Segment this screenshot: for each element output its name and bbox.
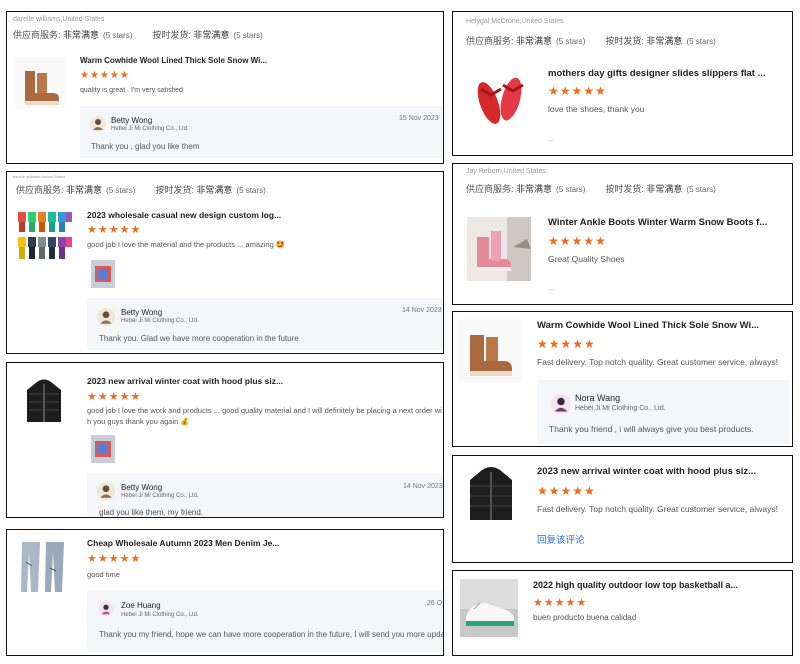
divider [548,137,554,141]
seller-reply: Nora Wang Hebei Ji Mi Clothing Co., Ltd.… [537,380,789,444]
review-card-9: 2022 high quality outdoor low top basket… [452,570,793,656]
product-title[interactable]: mothers day gifts designer slides slippe… [548,68,788,79]
review-photo[interactable] [91,260,115,288]
review-comment: good time [87,570,120,579]
reply-text: Thank you friend , i will always give yo… [549,424,754,434]
reply-date: 26 O [427,600,443,607]
puffer-jacket-image[interactable] [460,464,522,528]
avatar [99,602,113,616]
star-rating: ★★★★★ [87,553,142,565]
reviewer-name: Jay Reborn,United States [466,168,546,175]
product-title[interactable]: Winter Ankle Boots Winter Warm Snow Boot… [548,217,788,228]
product-title[interactable]: 2023 new arrival winter coat with hood p… [537,466,787,477]
tracksuit-set-image[interactable] [16,210,74,262]
product-title[interactable]: 2023 new arrival winter coat with hood p… [87,376,417,386]
star-rating: ★★★★★ [80,70,130,81]
snow-boot-image[interactable] [458,319,522,383]
snow-boot-image[interactable] [15,57,65,109]
review-card-5: Helygal McCrone,United States 供应商服务: 非常满… [452,11,793,156]
review-card-4: Cheap Wholesale Autumn 2023 Men Denim Je… [6,529,444,656]
star-rating: ★★★★★ [548,234,607,248]
avatar [97,482,115,500]
reply-author: Betty Wong [111,116,153,125]
review-comment: quality is great . I'm very satisfied [80,87,183,94]
reviewer-name: darelle williams,United States [13,174,66,179]
star-rating: ★★★★★ [87,391,142,403]
star-rating: ★★★★★ [537,337,596,351]
reply-text: Thank you , glad you like them [91,142,200,151]
sneaker-image[interactable] [460,579,518,637]
star-rating: ★★★★★ [87,224,142,236]
reviewer-name: darelle williams,United States [13,16,105,23]
reply-author: Betty Wong [121,308,163,317]
product-title[interactable]: 2023 wholesale casual new design custom … [87,210,417,220]
rating-summary: 供应商服务: 非常满意 (5 stars) 按时发货: 非常满意 (5 stars) [16,185,266,195]
rating-summary: 供应商服务: 非常满意 (5 stars) 按时发货: 非常满意 (5 stars) [466,36,716,46]
reply-company: Hebei Ji Mi Clothing Co., Ltd. [111,126,189,132]
product-title[interactable]: 2022 high quality outdoor low top basket… [533,580,787,590]
reply-text: Thank you. Glad we have more cooperation… [99,334,299,343]
reply-company: Hebei Ji Mi Clothing Co., Ltd. [121,318,199,324]
product-title[interactable]: Warm Cowhide Wool Lined Thick Sole Snow … [80,56,410,65]
review-comment: love the shoes, thank you [548,104,645,114]
review-photo[interactable] [91,435,115,463]
seller-reply: Betty Wong Hebei Ji Mi Clothing Co., Ltd… [80,106,443,158]
review-card-8: 2023 new arrival winter coat with hood p… [452,455,793,563]
star-rating: ★★★★★ [537,484,596,498]
star-rating: ★★★★★ [533,597,588,609]
avatar [97,308,115,326]
star-rating: ★★★★★ [548,84,607,98]
puffer-jacket-image[interactable] [17,376,72,428]
product-title[interactable]: Warm Cowhide Wool Lined Thick Sole Snow … [537,320,787,331]
pink-boots-image[interactable] [467,217,531,281]
reply-date: 14 Nov 2023 [402,307,442,314]
review-comment: buen producto buena calidad [533,613,637,622]
avatar [551,394,571,414]
review-comment-line-1: good job I love the work and products ..… [87,406,442,415]
reply-date: 15 Nov 2023 [399,115,439,122]
reply-text: Thank you my friend, hope we can have mo… [99,630,444,639]
reply-company: Hebei Ji Mi Clothing Co., Ltd. [575,405,666,412]
divider [548,286,554,290]
review-card-6: Jay Reborn,United States 供应商服务: 非常满意 (5 s… [452,163,793,305]
review-card-3: 2023 new arrival winter coat with hood p… [6,362,444,518]
review-card-2: darelle williams,United States 供应商服务: 非常… [6,171,444,354]
rating-summary: 供应商服务: 非常满意 (5 stars) 按时发货: 非常满意 (5 stars) [13,30,263,40]
review-card-1: darelle williams,United States 供应商服务: 非常… [6,11,444,164]
review-comment-line-2: h you guys thank you again 💰 [87,417,190,426]
review-comment: good job I love the material and the pro… [87,240,286,249]
seller-reply: Betty Wong Hebei Ji Mi Clothing Co., Ltd… [87,473,443,517]
seller-reply: Zoe Huang Hebei Ji Mi Clothing Co., Ltd.… [87,590,444,652]
review-card-7: Warm Cowhide Wool Lined Thick Sole Snow … [452,311,793,447]
reply-text: glad you like them, my friend. [99,508,204,517]
reply-to-review-link[interactable]: 回复该评论 [537,532,585,546]
reply-company: Hebei Ji Mi Clothing Co., Ltd. [121,612,199,618]
reply-date: 14 Nov 2023 [403,483,443,490]
reply-author: Betty Wong [121,483,163,492]
review-comment: Fast delivery. Top notch quality. Great … [537,357,778,367]
reply-author: Nora Wang [575,393,621,403]
review-comment: Fast delivery. Top notch quality. Great … [537,504,778,514]
denim-jeans-image[interactable] [16,538,72,596]
avatar [90,116,106,132]
red-sandals-image[interactable] [467,67,533,133]
seller-reply: Betty Wong Hebei Ji Mi Clothing Co., Ltd… [87,298,443,350]
reply-company: Hebei Ji Mi Clothing Co., Ltd. [121,493,199,499]
reply-author: Zoe Huang [121,601,161,610]
reviewer-name: Helygal McCrone,United States [466,18,564,25]
rating-summary: 供应商服务: 非常满意 (5 stars) 按时发货: 非常满意 (5 stars) [466,184,716,194]
product-title[interactable]: Cheap Wholesale Autumn 2023 Men Denim Je… [87,538,417,548]
review-comment: Great Quality Shoes [548,254,625,264]
